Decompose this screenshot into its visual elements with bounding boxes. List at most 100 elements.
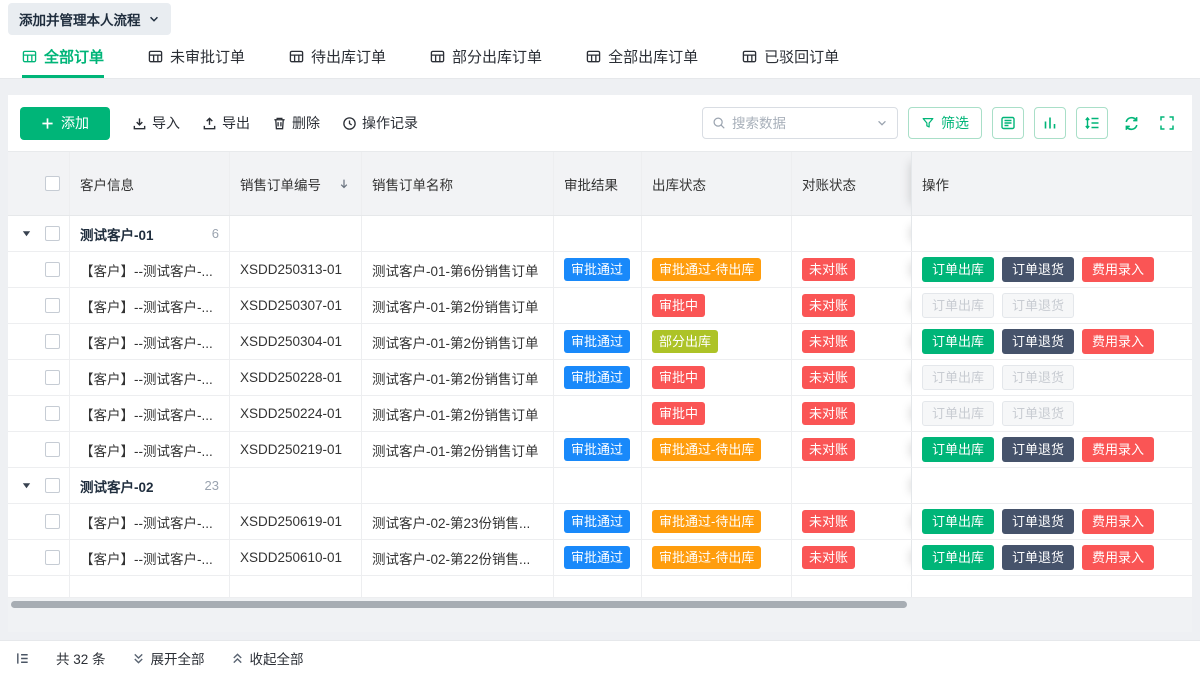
- reconcile-status-badge: 未对账: [802, 402, 855, 425]
- row-checkbox[interactable]: [45, 334, 60, 349]
- order-return-button[interactable]: 订单退货: [1002, 509, 1074, 534]
- group-name: 测试客户-01: [80, 224, 154, 244]
- table-row: 【客户】--测试客户-... XSDD250224-01 测试客户-01-第2份…: [8, 396, 1192, 432]
- outbound-status-badge: 审批通过-待出库: [652, 258, 761, 281]
- tab-partial-outbound-orders[interactable]: 部分出库订单: [430, 38, 542, 78]
- double-chevron-up-icon: [231, 652, 244, 665]
- group-checkbox[interactable]: [45, 226, 60, 241]
- approval-status-badge: 审批通过: [564, 546, 630, 569]
- col-header-actions: 操作: [911, 152, 1192, 215]
- order-return-button-disabled: 订单退货: [1002, 293, 1074, 318]
- tab-unapproved-orders[interactable]: 未审批订单: [148, 38, 245, 78]
- chevron-down-icon[interactable]: [876, 117, 888, 129]
- col-header-order-no[interactable]: 销售订单编号: [230, 152, 362, 215]
- order-return-button[interactable]: 订单退货: [1002, 545, 1074, 570]
- order-no-cell: XSDD250313-01: [230, 252, 362, 287]
- operation-history-button[interactable]: 操作记录: [342, 113, 418, 133]
- tab-rejected-orders[interactable]: 已驳回订单: [742, 38, 839, 78]
- expand-all-button[interactable]: 展开全部: [132, 648, 205, 668]
- total-count: 共 32 条: [56, 648, 106, 668]
- reconcile-status-badge: 未对账: [802, 438, 855, 461]
- order-return-button[interactable]: 订单退货: [1002, 257, 1074, 282]
- reconcile-status-badge: 未对账: [802, 330, 855, 353]
- group-checkbox[interactable]: [45, 478, 60, 493]
- order-outbound-button-disabled: 订单出库: [922, 365, 994, 390]
- process-manager-button[interactable]: 添加并管理本人流程: [8, 3, 171, 35]
- customer-cell: 【客户】--测试客户-...: [70, 504, 230, 539]
- order-outbound-button[interactable]: 订单出库: [922, 329, 994, 354]
- group-count: 6: [212, 226, 219, 241]
- delete-button[interactable]: 删除: [272, 113, 320, 133]
- row-checkbox[interactable]: [45, 406, 60, 421]
- add-button[interactable]: 添加: [20, 107, 110, 140]
- column-config-icon: [1042, 115, 1058, 131]
- row-checkbox[interactable]: [45, 514, 60, 529]
- table-footer: 共 32 条 展开全部 收起全部: [0, 640, 1200, 675]
- reconcile-status-badge: 未对账: [802, 366, 855, 389]
- order-outbound-button[interactable]: 订单出库: [922, 509, 994, 534]
- orders-table: 客户信息 销售订单编号 销售订单名称 审批结果 出库状态 对账状态 操作 测试客…: [8, 151, 1192, 598]
- row-checkbox[interactable]: [45, 370, 60, 385]
- tab-full-outbound-orders[interactable]: 全部出库订单: [586, 38, 698, 78]
- order-outbound-button[interactable]: 订单出库: [922, 257, 994, 282]
- trash-icon: [272, 116, 287, 131]
- table-icon: [148, 49, 163, 64]
- fee-entry-button[interactable]: 费用录入: [1082, 545, 1154, 570]
- import-button[interactable]: 导入: [132, 113, 180, 133]
- reconcile-status-badge: 未对账: [802, 510, 855, 533]
- table-icon: [742, 49, 757, 64]
- order-name-cell: 测试客户-01-第2份销售订单: [362, 360, 554, 395]
- order-return-button[interactable]: 订单退货: [1002, 437, 1074, 462]
- export-button[interactable]: 导出: [202, 113, 250, 133]
- row-height-icon-button[interactable]: [1076, 107, 1108, 139]
- approval-status-badge: 审批通过: [564, 510, 630, 533]
- refresh-icon-button[interactable]: [1118, 110, 1144, 136]
- sort-desc-icon[interactable]: [337, 177, 351, 191]
- filter-button[interactable]: 筛选: [908, 107, 982, 139]
- fullscreen-icon-button[interactable]: [1154, 110, 1180, 136]
- reconcile-status-badge: 未对账: [802, 258, 855, 281]
- tab-pending-outbound-orders[interactable]: 待出库订单: [289, 38, 386, 78]
- select-all-checkbox[interactable]: [45, 176, 60, 191]
- fee-entry-button[interactable]: 费用录入: [1082, 329, 1154, 354]
- tab-all-orders[interactable]: 全部订单: [22, 38, 104, 78]
- table-header-row: 客户信息 销售订单编号 销售订单名称 审批结果 出库状态 对账状态 操作: [8, 152, 1192, 216]
- row-checkbox[interactable]: [45, 442, 60, 457]
- table-icon: [586, 49, 601, 64]
- order-return-button[interactable]: 订单退货: [1002, 329, 1074, 354]
- collapse-all-button[interactable]: 收起全部: [231, 648, 304, 668]
- outbound-status-badge: 审批中: [652, 366, 705, 389]
- group-count: 23: [205, 478, 219, 493]
- order-no-cell: XSDD250219-01: [230, 432, 362, 467]
- row-checkbox[interactable]: [45, 262, 60, 277]
- table-row: 【客户】--测试客户-... XSDD250304-01 测试客户-01-第2份…: [8, 324, 1192, 360]
- customer-cell: 【客户】--测试客户-...: [70, 252, 230, 287]
- row-checkbox[interactable]: [45, 550, 60, 565]
- form-view-icon-button[interactable]: [992, 107, 1024, 139]
- table-row: 【客户】--测试客户-... XSDD250619-01 测试客户-02-第23…: [8, 504, 1192, 540]
- order-outbound-button[interactable]: 订单出库: [922, 545, 994, 570]
- add-button-label: 添加: [61, 113, 89, 133]
- search-input[interactable]: [732, 116, 870, 131]
- table-row: 【客户】--测试客户-... XSDD250228-01 测试客户-01-第2份…: [8, 360, 1192, 396]
- fee-entry-button[interactable]: 费用录入: [1082, 437, 1154, 462]
- order-name-cell: 测试客户-02-第23份销售...: [362, 504, 554, 539]
- fee-entry-button[interactable]: 费用录入: [1082, 257, 1154, 282]
- collapse-group-icon[interactable]: [21, 480, 32, 491]
- collapse-group-icon[interactable]: [21, 228, 32, 239]
- column-config-icon-button[interactable]: [1034, 107, 1066, 139]
- tab-label: 已驳回订单: [764, 46, 839, 67]
- row-checkbox[interactable]: [45, 298, 60, 313]
- refresh-icon: [1123, 115, 1140, 132]
- order-tabs: 全部订单 未审批订单 待出库订单 部分出库订单 全部出库订单 已驳回订单: [0, 38, 1200, 79]
- customer-cell: 【客户】--测试客户-...: [70, 396, 230, 431]
- chevron-down-icon: [148, 13, 160, 25]
- horizontal-scrollbar[interactable]: [11, 601, 907, 608]
- order-outbound-button[interactable]: 订单出库: [922, 437, 994, 462]
- top-bar: 添加并管理本人流程: [0, 0, 1200, 38]
- process-manager-label: 添加并管理本人流程: [19, 9, 141, 29]
- funnel-icon: [921, 116, 935, 130]
- fee-entry-button[interactable]: 费用录入: [1082, 509, 1154, 534]
- table-row: 【客户】--测试客户-... XSDD250610-01 测试客户-02-第22…: [8, 540, 1192, 576]
- search-icon: [712, 116, 726, 130]
